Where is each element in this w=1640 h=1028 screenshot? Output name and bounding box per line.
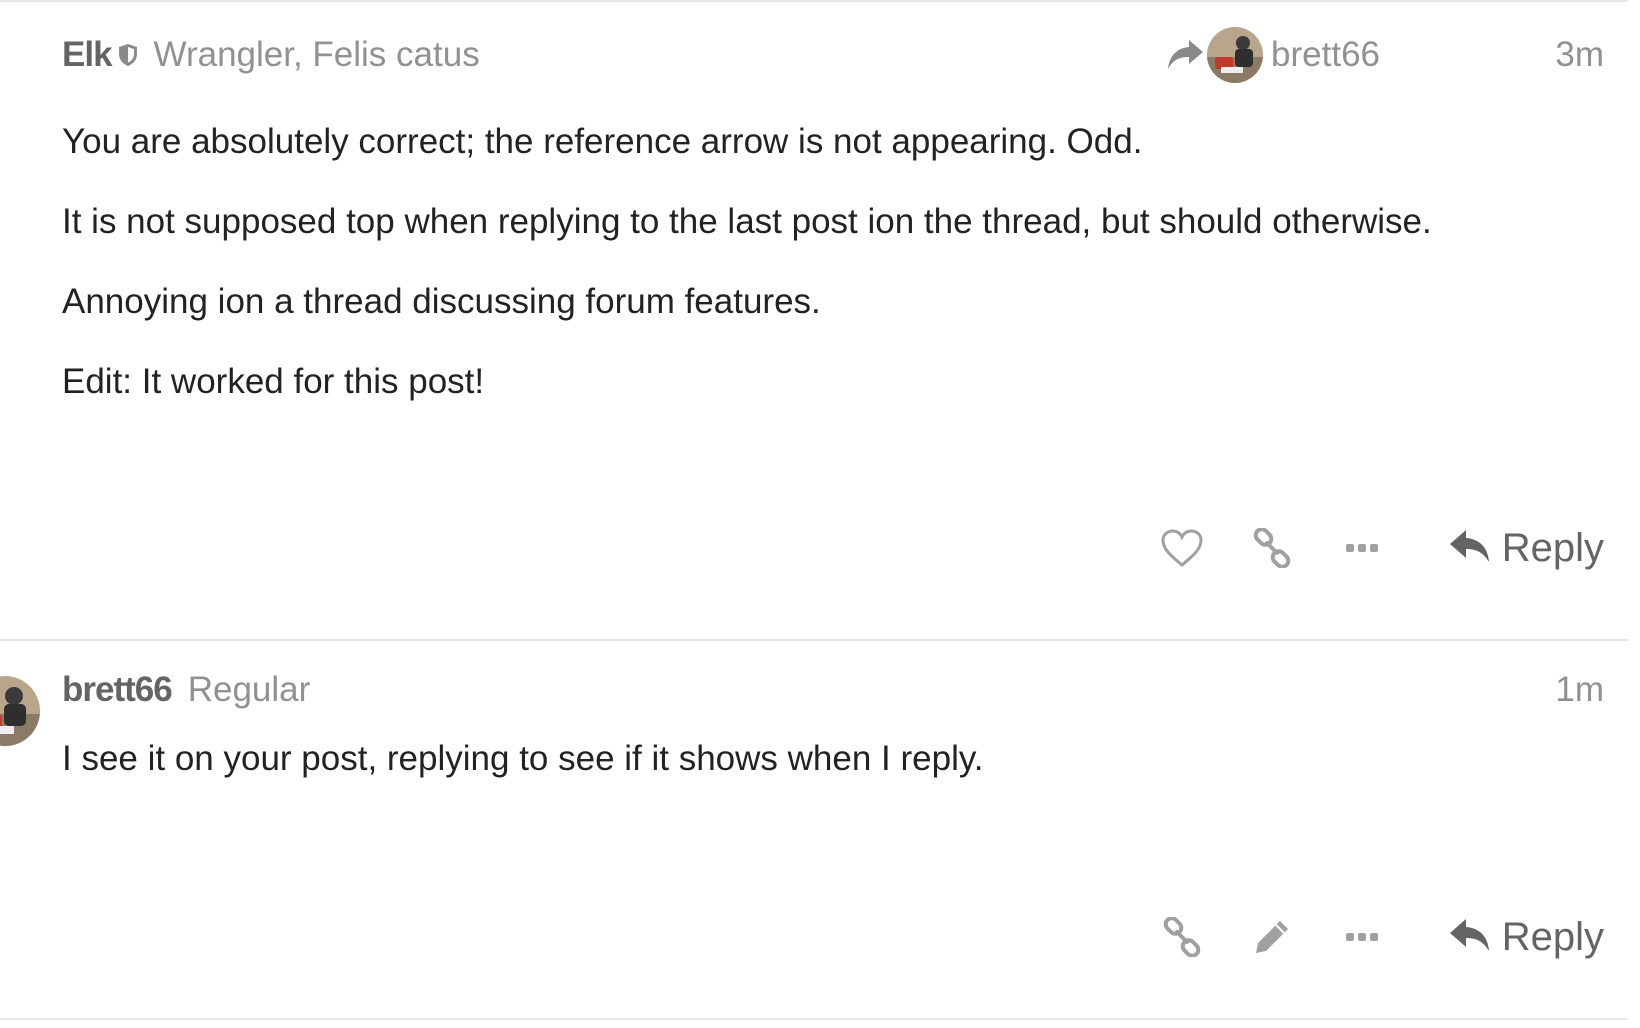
post-paragraph: Edit: It worked for this post! — [62, 362, 485, 401]
user-title: Regular — [187, 670, 311, 709]
avatar[interactable] — [1207, 27, 1264, 83]
reply-arrow-icon — [1448, 526, 1492, 571]
post-actions: Reply — [1116, 902, 1604, 972]
post-body: I see it on your post, replying to see i… — [62, 738, 983, 780]
post-divider — [0, 639, 1628, 641]
post-actions: Reply — [1116, 513, 1604, 583]
post-time[interactable]: 1m — [1555, 660, 1604, 720]
bottom-divider — [0, 1018, 1628, 1020]
post-paragraph: It is not supposed top when replying to … — [62, 202, 1432, 241]
avatar[interactable] — [0, 676, 40, 746]
post-brett66: brett66 Regular 1m I see it on your post… — [0, 660, 1628, 1020]
post-time[interactable]: 3m — [1555, 25, 1604, 85]
link-icon[interactable] — [1248, 524, 1296, 572]
share-arrow-icon — [1165, 37, 1205, 73]
reply-label: Reply — [1501, 525, 1604, 570]
reply-button[interactable]: Reply — [1448, 526, 1604, 571]
reply-arrow-icon — [1448, 915, 1492, 960]
post-meta: Elk Wrangler, Felis catus — [62, 25, 480, 85]
post-username[interactable]: brett66 — [62, 670, 173, 710]
moderator-shield-icon — [118, 43, 138, 67]
post-paragraph: I see it on your post, replying to see i… — [62, 739, 984, 778]
post-elk: Elk Wrangler, Felis catus brett66 3m You… — [0, 25, 1628, 625]
like-heart-icon[interactable] — [1158, 524, 1206, 572]
top-divider — [0, 0, 1628, 2]
more-icon[interactable] — [1338, 913, 1386, 961]
link-icon[interactable] — [1158, 913, 1206, 961]
more-icon[interactable] — [1338, 524, 1386, 572]
reply-to-tab[interactable]: brett66 — [1165, 25, 1380, 85]
post-body: You are absolutely correct; the referenc… — [62, 121, 1432, 403]
post-username[interactable]: Elk — [62, 35, 113, 75]
post-paragraph: You are absolutely correct; the referenc… — [62, 122, 1143, 161]
post-paragraph: Annoying ion a thread discussing forum f… — [62, 282, 821, 321]
post-meta: brett66 Regular — [62, 660, 310, 720]
reply-label: Reply — [1501, 914, 1604, 959]
user-title: Wrangler, Felis catus — [153, 35, 480, 74]
reply-button[interactable]: Reply — [1448, 915, 1604, 960]
reply-to-username: brett66 — [1271, 35, 1380, 74]
pencil-icon[interactable] — [1248, 913, 1296, 961]
